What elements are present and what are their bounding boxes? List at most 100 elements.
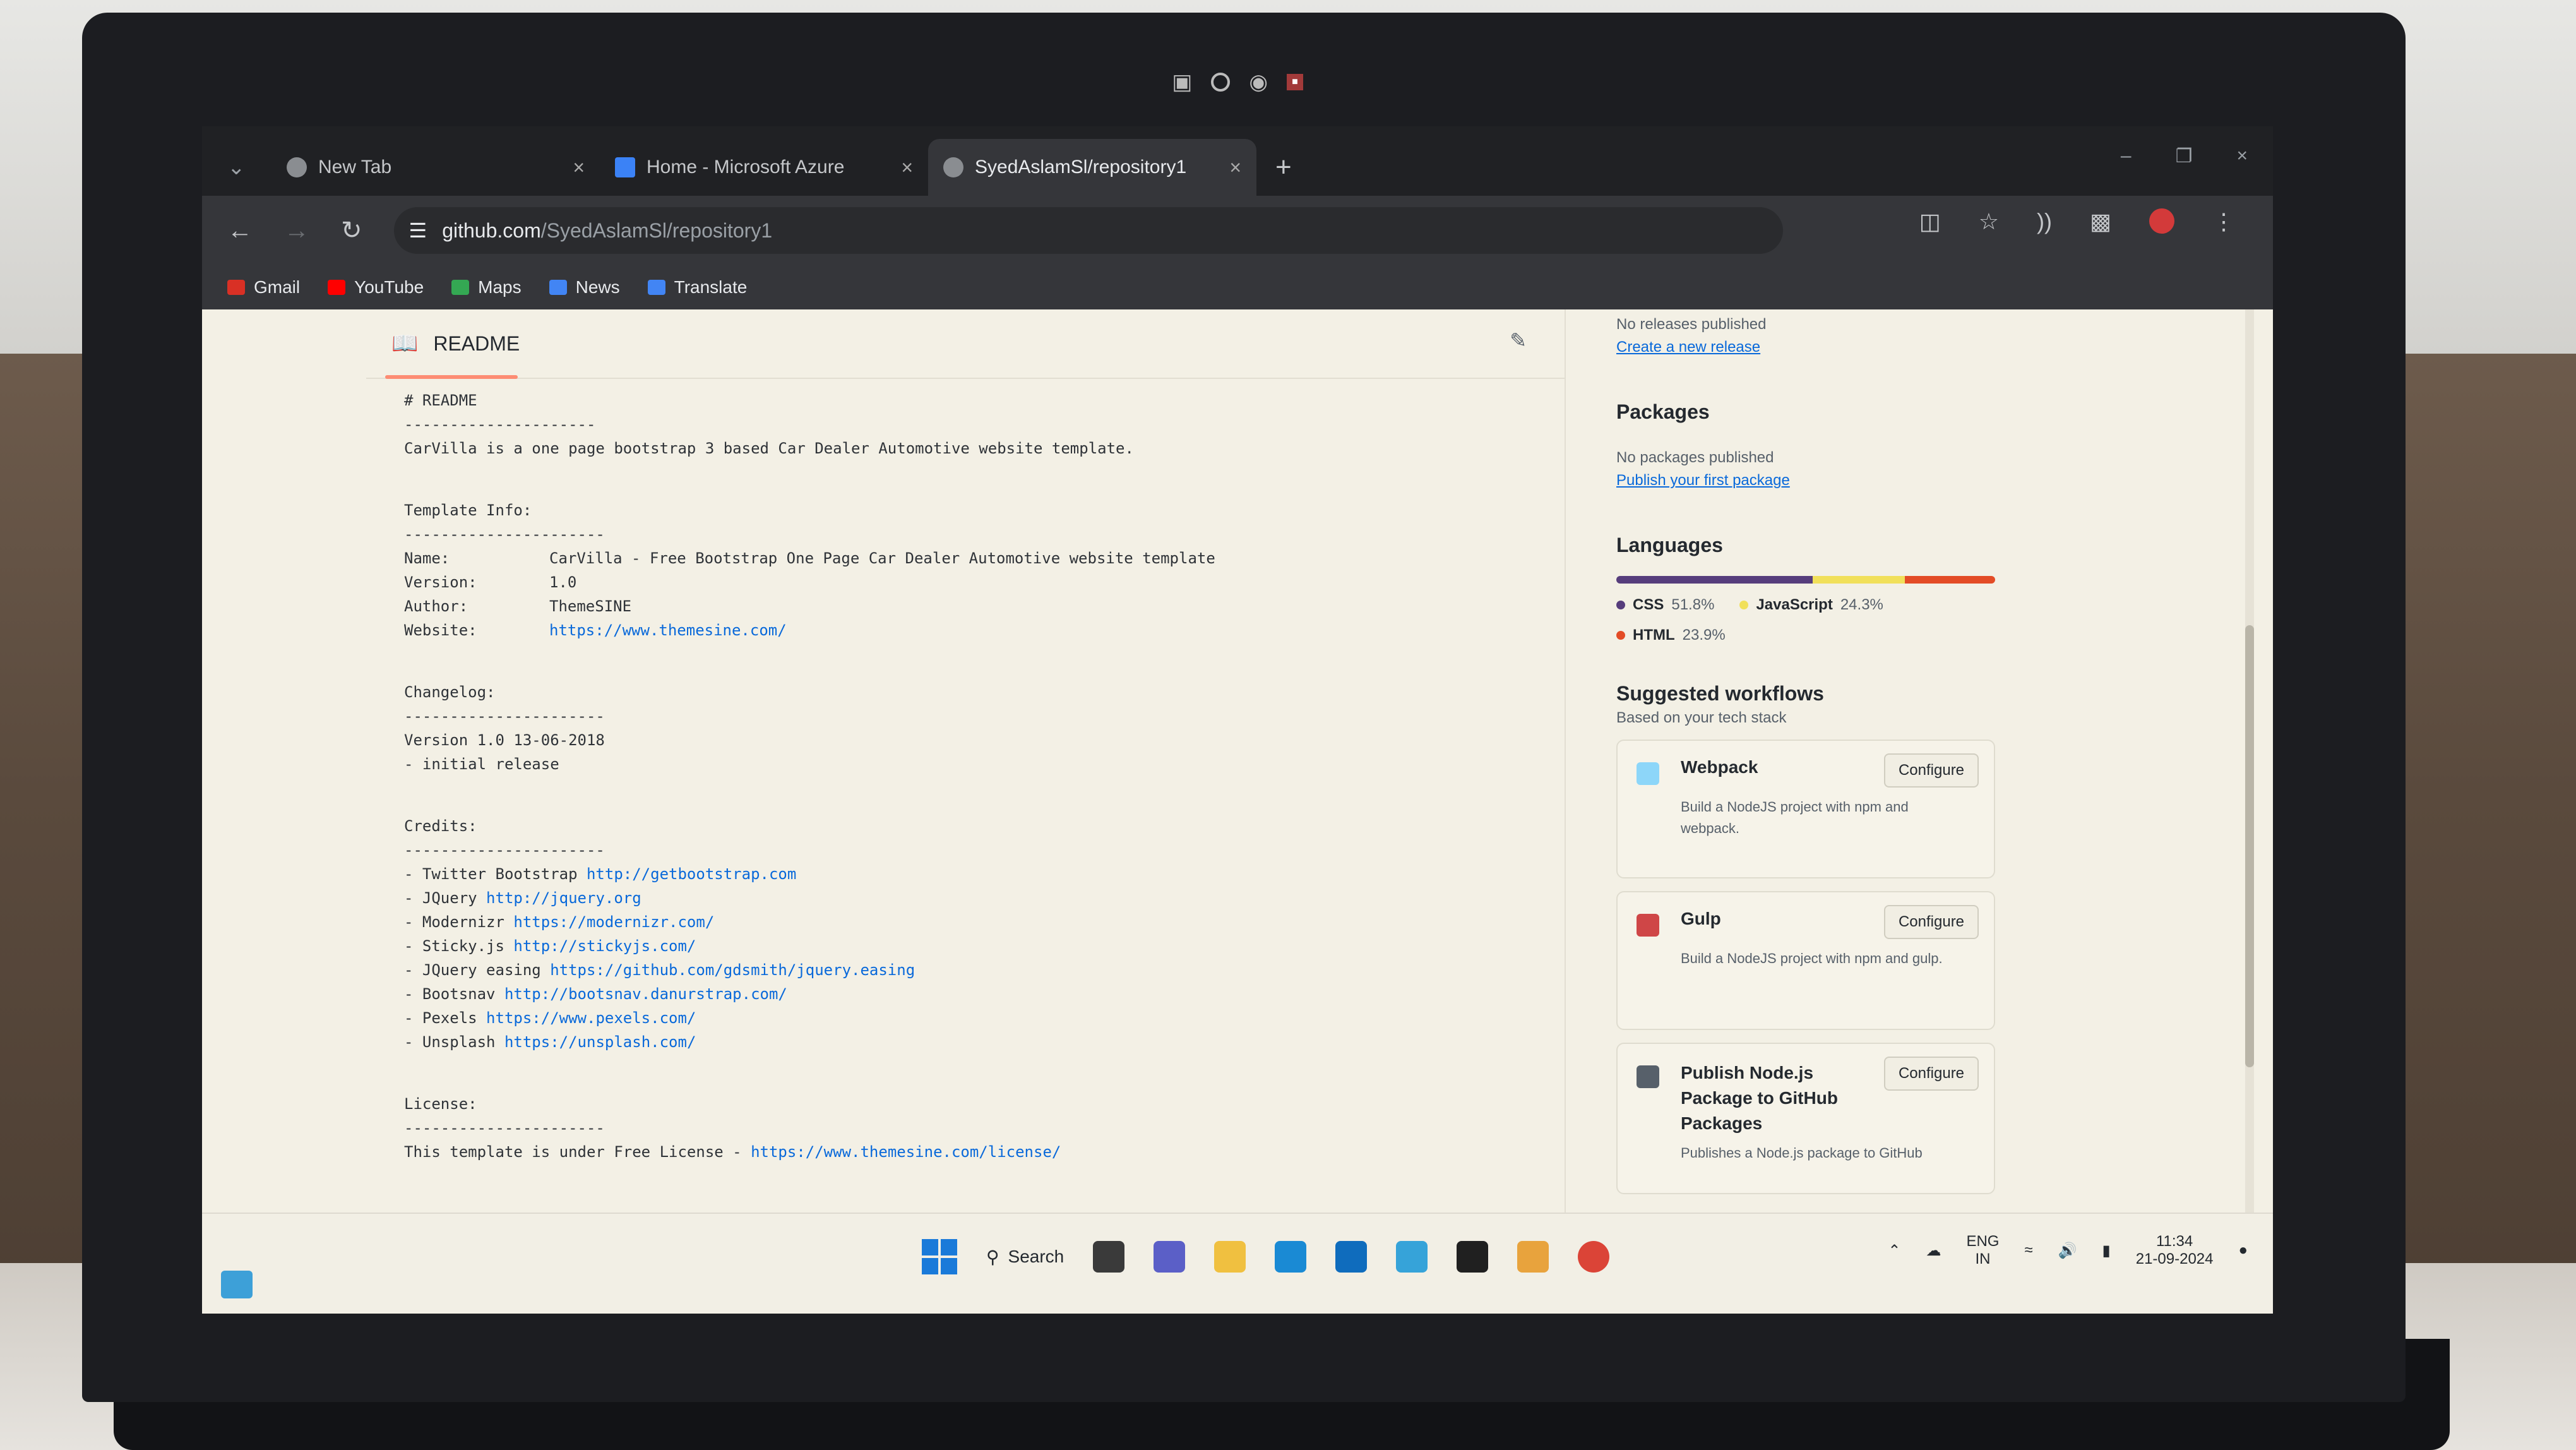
close-icon[interactable]: × (901, 156, 913, 179)
create-release-link[interactable]: Create a new release (1616, 339, 2033, 356)
pencil-icon[interactable]: ✎ (1510, 328, 1527, 352)
file-explorer-icon[interactable] (1214, 1241, 1246, 1273)
license-link[interactable]: https://www.themesine.com/license/ (751, 1143, 1061, 1161)
lang-pct: 24.3% (1840, 596, 1883, 613)
credit-link[interactable]: https://modernizr.com/ (513, 913, 714, 931)
profile-avatar[interactable] (2149, 208, 2174, 234)
minimize-icon[interactable]: – (2121, 145, 2132, 167)
repo-sidebar: No releases published Create a new relea… (1591, 309, 2033, 1213)
camera-icon: ◉ (1249, 70, 1268, 94)
reload-icon[interactable]: ↻ (341, 216, 362, 245)
store-icon[interactable] (1335, 1241, 1368, 1273)
widgets-icon[interactable] (221, 1271, 253, 1298)
notepad-icon[interactable] (1396, 1241, 1428, 1273)
extensions-icon[interactable]: ▩ (2090, 208, 2111, 235)
readme-tab[interactable]: README (433, 332, 520, 356)
language-css[interactable]: CSS 51.8% (1616, 596, 1714, 614)
credit-link[interactable]: http://stickyjs.com/ (513, 937, 696, 955)
credit-link[interactable]: https://www.pexels.com/ (486, 1009, 696, 1027)
url-field[interactable]: ☰ github.com/SyedAslamSl/repository1 (393, 207, 1783, 254)
tab-azure[interactable]: Home - Microsoft Azure × (600, 139, 928, 196)
info-value: 1.0 (549, 573, 577, 591)
website-link[interactable]: https://www.themesine.com/ (549, 621, 787, 639)
screen: ⌄ New Tab × Home - Microsoft Azure × Sye… (202, 126, 2273, 1314)
configure-button[interactable]: Configure (1884, 905, 1979, 939)
language-javascript[interactable]: JavaScript 24.3% (1739, 596, 1883, 614)
publish-package-link[interactable]: Publish your first package (1616, 472, 2033, 489)
chrome-icon (287, 157, 307, 177)
news-icon (549, 280, 567, 295)
restore-icon[interactable]: ❐ (2176, 145, 2193, 167)
wifi-icon[interactable]: ≈ (2024, 1242, 2032, 1259)
battery-icon[interactable]: ▮ (2102, 1242, 2111, 1260)
readme-line: Author: ThemeSINE (404, 597, 1527, 621)
readme-line: Name: CarVilla - Free Bootstrap One Page … (404, 549, 1527, 573)
bookmark-star-icon[interactable]: ☆ (1979, 208, 1999, 235)
bookmark-translate[interactable]: Translate (647, 277, 747, 297)
workflow-card-webpack: Webpack Build a NodeJS project with npm … (1616, 740, 1995, 878)
task-view-icon[interactable] (1093, 1241, 1125, 1273)
teams-icon[interactable] (1154, 1241, 1186, 1273)
chevron-up-icon[interactable]: ⌃ (1888, 1242, 1900, 1260)
bookmark-news[interactable]: News (549, 277, 620, 297)
volume-icon[interactable]: 🔊 (2058, 1242, 2077, 1260)
gmail-icon (227, 280, 245, 295)
credit-name: - Modernizr (404, 913, 514, 931)
site-settings-icon[interactable]: ☰ (409, 219, 427, 243)
webpack-icon (1637, 762, 1659, 785)
readme-line: License: (404, 1095, 477, 1113)
workflows-heading: Suggested workflows (1616, 682, 1824, 705)
forward-icon[interactable]: → (284, 217, 309, 245)
credit-link[interactable]: http://bootsnav.danurstrap.com/ (504, 985, 787, 1003)
close-icon[interactable]: × (1229, 156, 1241, 179)
clock[interactable]: 11:34 21-09-2024 (2136, 1233, 2214, 1268)
workflow-title: Publish Node.js Package to GitHub Packag… (1681, 1063, 1838, 1133)
info-value: ThemeSINE (549, 597, 632, 615)
language-html[interactable]: HTML 23.9% (1616, 626, 1726, 644)
close-icon[interactable]: × (573, 156, 585, 179)
bookmark-youtube[interactable]: YouTube (328, 277, 424, 297)
translate-icon (647, 280, 665, 295)
tab-search-chevron-icon[interactable]: ⌄ (227, 139, 271, 196)
bookmark-maps[interactable]: Maps (451, 277, 522, 297)
windows-start-icon[interactable] (922, 1239, 957, 1274)
menu-icon[interactable]: ⋮ (2212, 208, 2235, 235)
configure-button[interactable]: Configure (1884, 753, 1979, 788)
license-line: This template is under Free License - ht… (404, 1143, 1527, 1167)
chrome-icon[interactable] (1578, 1241, 1610, 1273)
credit-link[interactable]: https://github.com/gdsmith/jquery.easing (550, 961, 915, 979)
tab-title: New Tab (318, 157, 392, 177)
tab-repository[interactable]: SyedAslamSl/repository1 × (928, 139, 1256, 196)
credit-name: - Bootsnav (404, 985, 504, 1003)
credit-link[interactable]: http://jquery.org (486, 889, 641, 907)
readme-line: ---------------------- (404, 525, 605, 543)
install-app-icon[interactable]: ◫ (1919, 208, 1941, 235)
credit-link[interactable]: http://getbootstrap.com (587, 865, 796, 883)
search-label: Search (1008, 1247, 1064, 1266)
credit-link[interactable]: https://unsplash.com/ (504, 1033, 696, 1051)
notification-icon[interactable]: ● (2239, 1242, 2248, 1259)
readme-header: 📖 README ✎ (366, 309, 1565, 379)
photos-icon[interactable] (1517, 1241, 1549, 1273)
configure-button[interactable]: Configure (1884, 1057, 1979, 1091)
tab-new-tab[interactable]: New Tab × (271, 139, 600, 196)
new-tab-button[interactable]: + (1256, 139, 1311, 196)
taskbar-search[interactable]: ⚲ Search (986, 1247, 1064, 1267)
credit-name: - Sticky.js (404, 937, 514, 955)
l-app-icon[interactable] (1275, 1241, 1307, 1273)
language-indicator[interactable]: ENG IN (1966, 1233, 1999, 1268)
tab-title: SyedAslamSl/repository1 (975, 157, 1187, 177)
onedrive-icon[interactable]: ☁ (1926, 1242, 1941, 1260)
readme-panel: 📖 README ✎ # README --------------------… (366, 309, 1566, 1213)
info-key: Author: (404, 597, 468, 615)
read-aloud-icon[interactable]: )) (2037, 208, 2052, 235)
lang-pct: 23.9% (1682, 626, 1726, 644)
bookmark-gmail[interactable]: Gmail (227, 277, 300, 297)
page-scrollbar[interactable] (2245, 309, 2254, 1213)
scroll-thumb[interactable] (2245, 625, 2254, 1067)
credit-item: - JQuery http://jquery.org (404, 889, 1527, 913)
window-close-icon[interactable]: × (2236, 145, 2248, 167)
sticky-notes-icon[interactable] (1457, 1241, 1489, 1273)
back-icon[interactable]: ← (227, 217, 253, 245)
credit-item: - Pexels https://www.pexels.com/ (404, 1009, 1527, 1033)
